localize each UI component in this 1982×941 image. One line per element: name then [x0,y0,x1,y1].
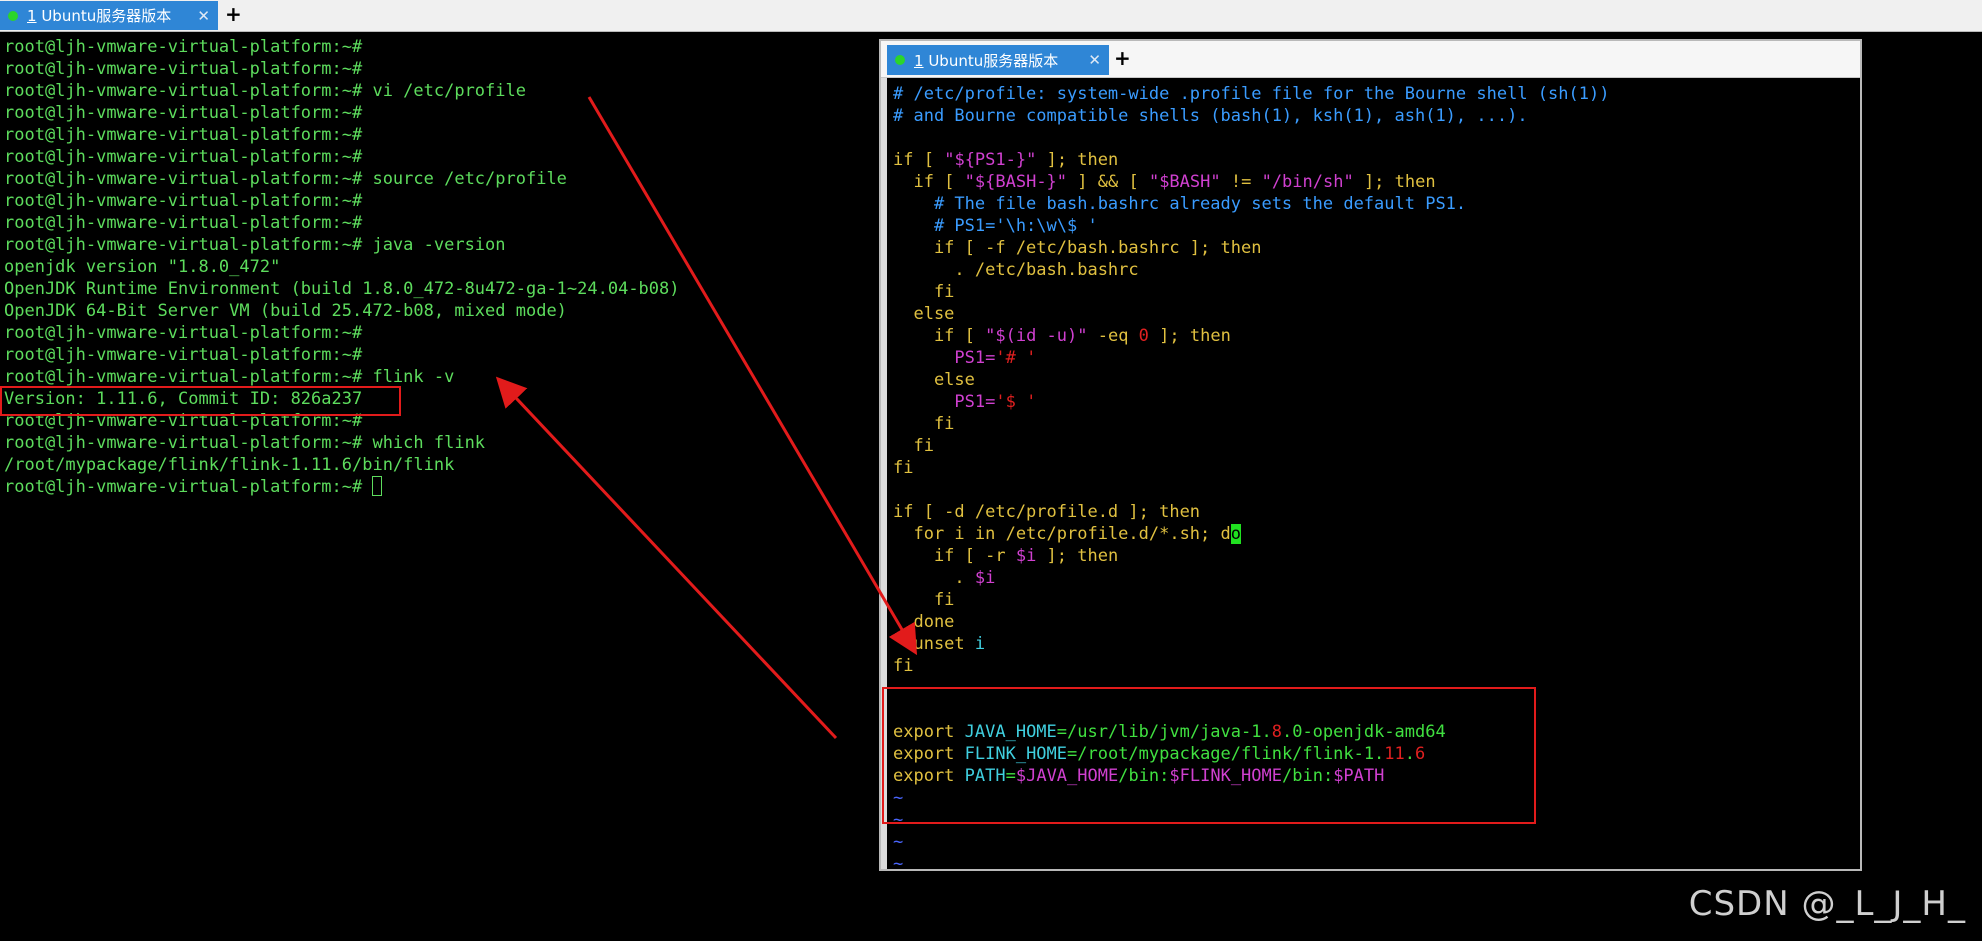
arrow-export-to-flink [495,376,838,740]
watermark: CSDN @_L_J_H_ [1688,884,1966,924]
annotation-arrows [495,96,918,740]
arrow-vi-to-editor [587,96,918,656]
